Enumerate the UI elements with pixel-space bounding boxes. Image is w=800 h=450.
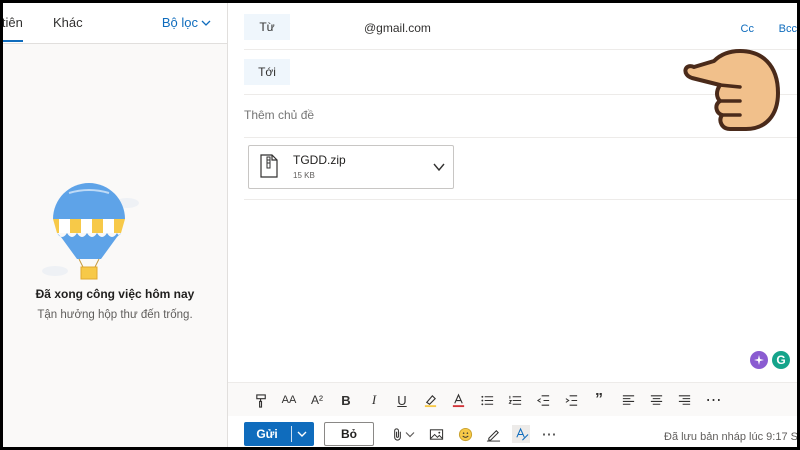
bold-icon[interactable]: B <box>335 390 357 410</box>
chevron-down-icon[interactable] <box>432 160 446 174</box>
cc-button[interactable]: Cc <box>741 23 754 35</box>
filter-label: Bộ lọc <box>161 15 198 30</box>
insert-picture-icon[interactable] <box>427 425 445 443</box>
compose-pane: Từ @gmail.com Cc Bcc Tới TGDD.zip 15 KB <box>228 3 797 447</box>
chevron-down-icon <box>201 20 211 26</box>
hot-air-balloon-illustration <box>42 183 139 280</box>
pointing-hand-icon <box>683 49 780 131</box>
bullets-icon[interactable] <box>476 390 498 410</box>
highlight-icon[interactable] <box>419 390 441 410</box>
subject-input[interactable] <box>244 108 724 122</box>
send-divider <box>291 426 292 442</box>
discard-button[interactable]: Bỏ <box>324 422 374 446</box>
grow-font-icon[interactable]: A² <box>306 390 328 410</box>
increase-indent-icon[interactable] <box>560 390 582 410</box>
message-body[interactable] <box>244 200 797 380</box>
grammarly-icon[interactable]: G <box>772 351 790 369</box>
more-options-icon[interactable]: ⋯ <box>540 425 558 443</box>
italic-icon[interactable]: I <box>363 390 385 410</box>
inbox-tabs: u tiên Khác Bộ lọc <box>3 3 227 44</box>
send-label: Gửi <box>256 427 278 441</box>
message-list-pane: u tiên Khác Bộ lọc Đã xong công việc hôm… <box>3 3 228 447</box>
draft-saved-status: Đã lưu bản nháp lúc 9:17 SA <box>664 431 797 443</box>
align-left-icon[interactable] <box>617 390 639 410</box>
font-size-icon[interactable]: AA <box>278 390 300 410</box>
attachment-card[interactable]: TGDD.zip 15 KB <box>248 145 454 189</box>
chevron-down-icon[interactable] <box>296 428 308 440</box>
align-center-icon[interactable] <box>645 390 667 410</box>
decrease-indent-icon[interactable] <box>532 390 554 410</box>
from-button[interactable]: Từ <box>244 14 290 40</box>
tab-focused[interactable]: u tiên <box>3 15 23 42</box>
align-right-icon[interactable] <box>673 390 695 410</box>
from-address: @gmail.com <box>364 21 431 35</box>
empty-inbox-subtitle: Tận hưởng hộp thư đến trống. <box>37 309 193 321</box>
font-color-icon[interactable] <box>447 390 469 410</box>
bcc-button[interactable]: Bcc <box>779 23 797 35</box>
editor-icon[interactable] <box>512 425 530 443</box>
underline-icon[interactable]: U <box>391 390 413 410</box>
signature-icon[interactable] <box>484 425 502 443</box>
tab-other[interactable]: Khác <box>53 15 83 30</box>
format-painter-icon[interactable] <box>250 390 272 410</box>
from-row: Từ @gmail.com Cc Bcc <box>244 3 797 50</box>
more-icon[interactable]: ⋯ <box>703 390 725 410</box>
formatting-toolbar: AA A² B I U ” ⋯ <box>228 382 797 417</box>
to-button[interactable]: Tới <box>244 59 290 85</box>
attachment-row: TGDD.zip 15 KB <box>244 138 797 200</box>
attachment-size: 15 KB <box>293 171 315 180</box>
chevron-down-icon[interactable] <box>404 425 416 443</box>
app-frame: u tiên Khác Bộ lọc Đã xong công việc hôm… <box>3 3 797 447</box>
send-button[interactable]: Gửi <box>244 422 314 446</box>
empty-inbox-title: Đã xong công việc hôm nay <box>35 287 195 301</box>
attachment-name: TGDD.zip <box>293 153 346 167</box>
copilot-icon[interactable] <box>750 351 768 369</box>
numbering-icon[interactable] <box>504 390 526 410</box>
emoji-icon[interactable] <box>456 425 474 443</box>
compose-action-bar: Gửi Bỏ ⋯ Đã lưu bản nháp lúc 9:17 SA <box>228 416 797 447</box>
zip-file-icon <box>260 154 278 178</box>
filter-button[interactable]: Bộ lọc <box>162 15 211 30</box>
quote-icon[interactable]: ” <box>588 390 610 410</box>
